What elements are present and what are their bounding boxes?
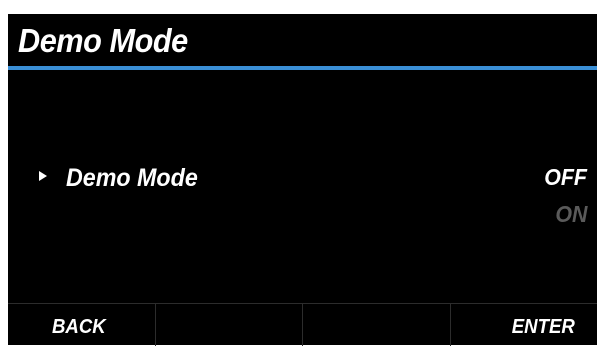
title-underline	[8, 66, 597, 70]
setting-label: Demo Mode	[66, 164, 198, 192]
softkey-back[interactable]: BACK	[8, 304, 156, 346]
softkey-slot-3[interactable]	[303, 304, 451, 346]
option-off[interactable]: OFF	[544, 163, 587, 191]
setting-row-demo-mode[interactable]: Demo Mode	[8, 159, 597, 199]
device-screen: Demo Mode Demo Mode OFF ON BACK ENTER	[8, 14, 597, 346]
softkey-enter[interactable]: ENTER	[451, 304, 598, 346]
right-triangle-icon	[39, 171, 47, 181]
page-title: Demo Mode	[18, 22, 188, 59]
title-bar: Demo Mode	[8, 14, 597, 66]
enter-label: ENTER	[511, 316, 575, 338]
back-label: BACK	[52, 316, 106, 338]
option-on[interactable]: ON	[555, 200, 587, 228]
softkey-slot-2[interactable]	[156, 304, 303, 346]
softkey-bar: BACK ENTER	[8, 303, 597, 346]
